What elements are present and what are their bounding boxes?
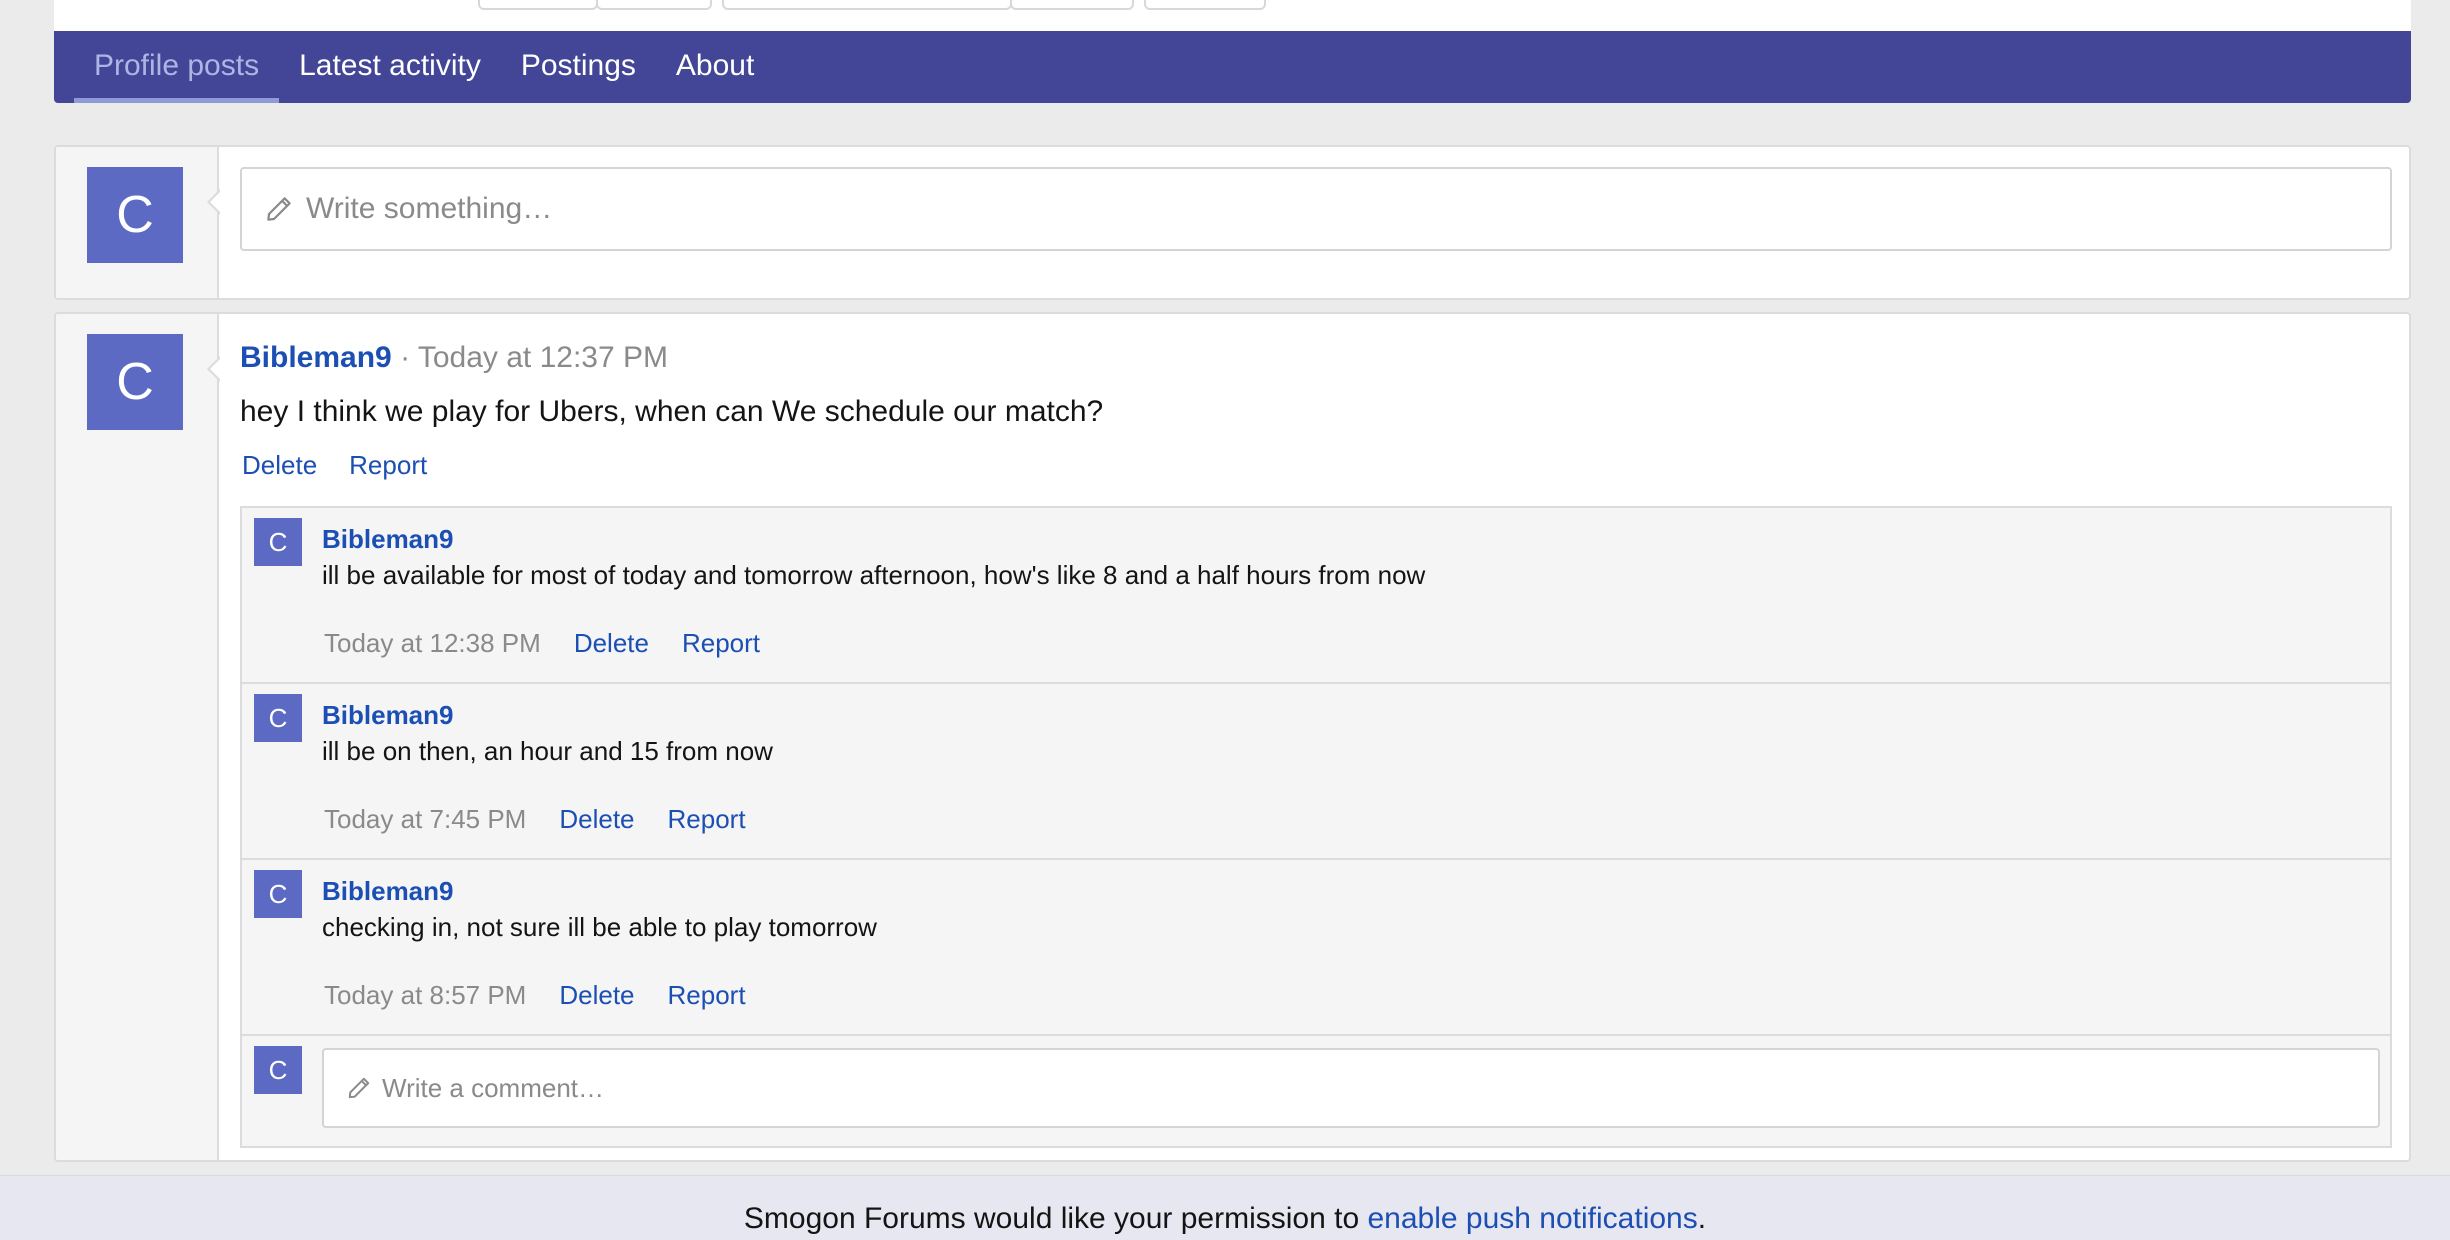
comment-timestamp[interactable]: Today at 8:57 PM [324, 978, 526, 1012]
comment-text: checking in, not sure ill be able to pla… [322, 912, 877, 942]
avatar[interactable]: C [87, 167, 183, 263]
delete-post-link[interactable]: Delete [242, 448, 317, 482]
avatar[interactable]: C [87, 334, 183, 430]
comment-footer: Today at 12:38 PM Delete Report [324, 626, 760, 660]
post-separator: · [400, 341, 411, 374]
write-something-placeholder: Write something… [306, 192, 553, 225]
comment-timestamp[interactable]: Today at 12:38 PM [324, 626, 541, 660]
delete-comment-link[interactable]: Delete [559, 802, 634, 836]
comments-list: C Bibleman9 ill be available for most of… [240, 506, 2392, 1148]
notice-period: . [1697, 1202, 1707, 1235]
comment: C Bibleman9 ill be on then, an hour and … [242, 684, 2390, 860]
comment-author-link[interactable]: Bibleman9 [322, 522, 454, 556]
pencil-icon [348, 1077, 370, 1099]
avatar[interactable]: C [254, 518, 302, 566]
report-comment-link[interactable]: Report [668, 802, 746, 836]
post-author-link[interactable]: Bibleman9 [240, 341, 392, 374]
report-comment-link[interactable]: Report [668, 978, 746, 1012]
push-notification-notice: Smogon Forums would like your permission… [0, 1175, 2450, 1240]
top-strip [54, 0, 2411, 31]
comment-footer: Today at 8:57 PM Delete Report [324, 978, 746, 1012]
pencil-icon [267, 197, 291, 221]
post-composer: C Write something… [54, 145, 2411, 300]
post-header: Bibleman9 · Today at 12:37 PM [240, 338, 668, 378]
arrow-pointer [207, 356, 221, 382]
report-post-link[interactable]: Report [349, 448, 427, 482]
avatar[interactable]: C [254, 1046, 302, 1094]
tab-latest-activity[interactable]: Latest activity [279, 31, 501, 103]
post-body: hey I think we play for Ubers, when can … [240, 395, 1104, 428]
top-button[interactable] [478, 0, 598, 10]
top-button[interactable] [1144, 0, 1266, 10]
comment: C Bibleman9 checking in, not sure ill be… [242, 860, 2390, 1036]
write-something-input[interactable]: Write something… [240, 167, 2392, 251]
delete-comment-link[interactable]: Delete [559, 978, 634, 1012]
write-comment-input[interactable]: Write a comment… [322, 1048, 2380, 1128]
arrow-pointer [207, 189, 221, 215]
tab-about[interactable]: About [656, 31, 774, 103]
avatar[interactable]: C [254, 694, 302, 742]
delete-comment-link[interactable]: Delete [574, 626, 649, 660]
comment-text: ill be available for most of today and t… [322, 560, 1426, 590]
post-actions: Delete Report [242, 448, 427, 482]
top-button[interactable] [722, 0, 1012, 10]
top-button[interactable] [1010, 0, 1134, 10]
comment-author-link[interactable]: Bibleman9 [322, 874, 454, 908]
avatar[interactable]: C [254, 870, 302, 918]
post-gutter [56, 314, 219, 1160]
comment: C Bibleman9 ill be available for most of… [242, 508, 2390, 684]
notice-text: Smogon Forums would like your permission… [743, 1202, 1368, 1235]
comment-input-row: C Write a comment… [242, 1036, 2390, 1146]
enable-push-notifications-link[interactable]: enable push notifications [1368, 1202, 1698, 1235]
comment-timestamp[interactable]: Today at 7:45 PM [324, 802, 526, 836]
comment-text: ill be on then, an hour and 15 from now [322, 736, 773, 766]
comment-author-link[interactable]: Bibleman9 [322, 698, 454, 732]
report-comment-link[interactable]: Report [682, 626, 760, 660]
profile-tabs: Profile posts Latest activity Postings A… [54, 31, 2411, 103]
write-comment-placeholder: Write a comment… [382, 1072, 605, 1103]
comment-footer: Today at 7:45 PM Delete Report [324, 802, 746, 836]
tab-postings[interactable]: Postings [501, 31, 656, 103]
profile-post: C Bibleman9 · Today at 12:37 PM hey I th… [54, 312, 2411, 1162]
tab-profile-posts[interactable]: Profile posts [74, 31, 280, 103]
top-button[interactable] [596, 0, 712, 10]
post-timestamp[interactable]: Today at 12:37 PM [418, 341, 668, 374]
